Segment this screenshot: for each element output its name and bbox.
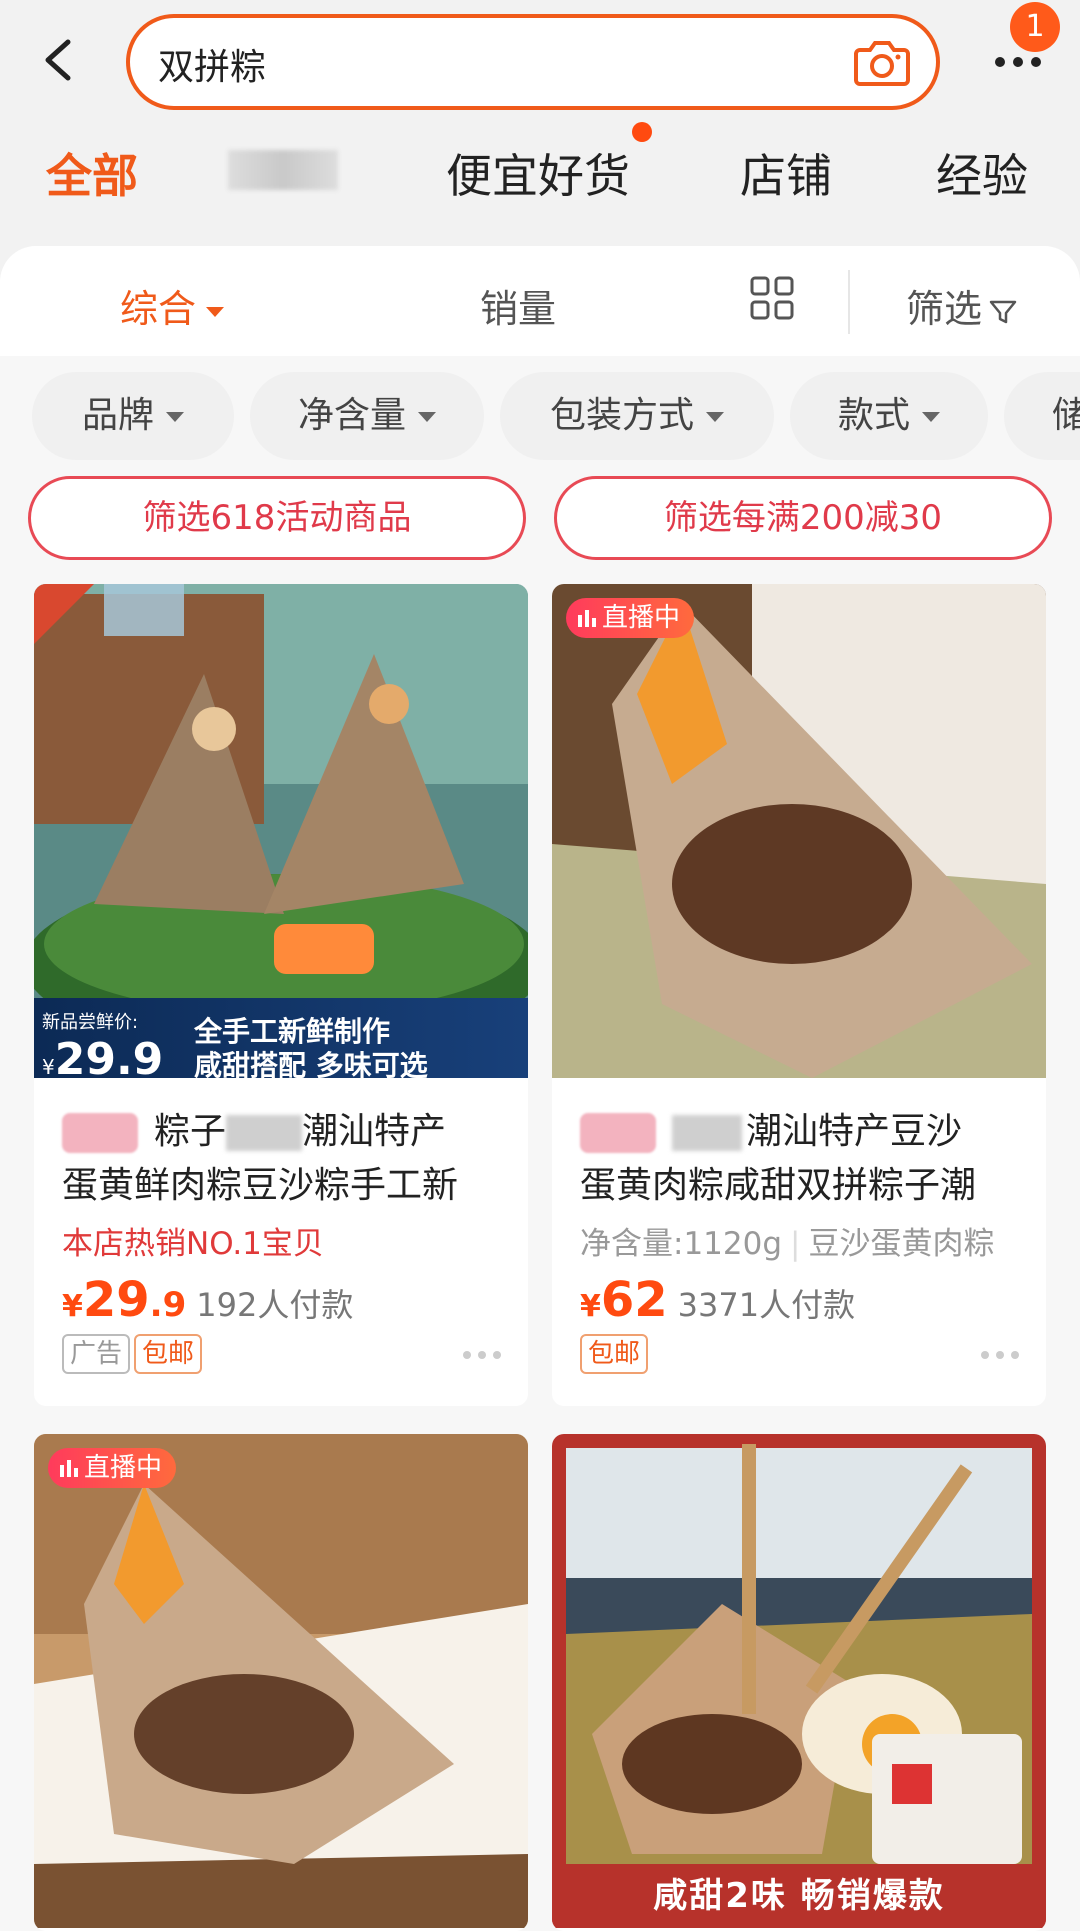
promo-618-button[interactable]: 筛选618活动商品: [28, 476, 526, 560]
funnel-icon: [989, 300, 1017, 323]
new-dot-indicator: [632, 122, 652, 142]
chip-net-weight-label: 净含量: [297, 395, 406, 436]
sort-divider: [848, 270, 850, 334]
live-badge: 直播中: [48, 1448, 177, 1488]
grid-view-icon[interactable]: [750, 276, 794, 320]
image-price-symbol: ¥: [42, 1055, 55, 1078]
free-shipping-tag: 包邮: [580, 1334, 649, 1374]
product-card[interactable]: 直播中: [34, 1434, 528, 1931]
filter-button[interactable]: 筛选: [906, 278, 1018, 333]
chip-brand[interactable]: 品牌: [32, 372, 234, 460]
zongzi-photo: [34, 1434, 528, 1928]
price-integer: 62: [600, 1272, 668, 1328]
shop-badge-blurred: [580, 1113, 656, 1153]
product-card[interactable]: 直播中 潮汕特产豆沙 蛋黄肉粽咸甜双拼粽子潮 净含量:1120g | 豆沙蛋黄肉粽 …: [552, 584, 1046, 1406]
tab-shops[interactable]: 店铺: [740, 140, 832, 206]
shop-badge-blurred: [62, 1113, 138, 1153]
chip-style[interactable]: 款式: [790, 372, 988, 460]
search-box[interactable]: 双拼粽: [126, 14, 940, 110]
tab-cheap-goods[interactable]: 便宜好货: [446, 140, 630, 206]
caret-down-icon: [206, 306, 225, 317]
category-tabs: 全部 便宜好货 店铺 经验: [0, 124, 1080, 224]
caret-down-icon: [922, 412, 940, 422]
chip-storage-label: 储: [1052, 395, 1080, 436]
filter-label: 筛选: [906, 287, 983, 331]
tab-experience[interactable]: 经验: [936, 140, 1028, 206]
image-price-block: 新品尝鲜价: ¥29.9: [42, 1004, 182, 1078]
back-arrow-icon[interactable]: [36, 30, 80, 90]
zongzi-photo: [552, 584, 1046, 1078]
live-badge: 直播中: [566, 598, 695, 638]
more-options-icon[interactable]: [462, 1350, 502, 1360]
price-symbol: ¥: [62, 1289, 83, 1324]
image-price: 29.9: [54, 1034, 164, 1078]
price-integer: 29: [82, 1272, 150, 1328]
sort-sales[interactable]: 销量: [480, 278, 556, 333]
product-image[interactable]: 直播中: [552, 584, 1046, 1078]
promo-discount-button[interactable]: 筛选每满200减30: [554, 476, 1052, 560]
product-image[interactable]: 咸甜2味 畅销爆款: [552, 1434, 1046, 1928]
chip-packaging[interactable]: 包装方式: [500, 372, 774, 460]
chip-net-weight[interactable]: 净含量: [250, 372, 484, 460]
product-spec: 净含量:1120g | 豆沙蛋黄肉粽: [580, 1218, 994, 1263]
tab-blurred[interactable]: [228, 150, 338, 190]
price-symbol: ¥: [580, 1289, 601, 1324]
spec-separator: |: [790, 1226, 801, 1262]
spec-flavor: 豆沙蛋黄肉粽: [808, 1226, 995, 1262]
chip-style-label: 款式: [837, 395, 910, 436]
product-title-line2: 蛋黄肉粽咸甜双拼粽子潮: [580, 1165, 977, 1206]
paid-count: 3371人付款: [677, 1286, 856, 1324]
sort-bar: 综合 销量 筛选: [0, 246, 1080, 356]
sort-comprehensive[interactable]: 综合: [120, 278, 225, 333]
caret-down-icon: [706, 412, 724, 422]
more-options-icon[interactable]: [980, 1350, 1020, 1360]
free-shipping-tag: 包邮: [134, 1334, 203, 1374]
product-title-line1: 粽子 潮汕特产: [62, 1102, 446, 1154]
title-part-a: 粽子: [154, 1111, 227, 1152]
caret-down-icon: [166, 412, 184, 422]
caret-down-icon: [418, 412, 436, 422]
blurred-text: [672, 1115, 742, 1151]
product-title-line2: 蛋黄鲜肉粽豆沙粽手工新: [62, 1165, 459, 1206]
product-card[interactable]: 新品尝鲜价: ¥29.9 全手工新鲜制作 咸甜搭配 多味可选 粽子 潮汕特产 蛋黄…: [34, 584, 528, 1406]
top-bar: 双拼粽 1: [0, 0, 1080, 120]
paid-count: 192人付款: [196, 1286, 354, 1324]
product-price: ¥29.9 192人付款: [62, 1272, 353, 1328]
price-decimal: .9: [149, 1285, 187, 1325]
live-label: 直播中: [602, 603, 681, 633]
zongzi-photo: [552, 1434, 1046, 1928]
title-part-b: 潮汕特产: [302, 1111, 447, 1152]
image-banner: 咸甜2味 畅销爆款: [552, 1864, 1046, 1928]
sort-comprehensive-label: 综合: [120, 287, 197, 331]
product-card[interactable]: 咸甜2味 畅销爆款: [552, 1434, 1046, 1931]
camera-icon[interactable]: [852, 34, 912, 90]
live-label: 直播中: [84, 1453, 163, 1483]
product-image[interactable]: 新品尝鲜价: ¥29.9 全手工新鲜制作 咸甜搭配 多味可选: [34, 584, 528, 1078]
image-price-label: 新品尝鲜价:: [42, 1012, 139, 1033]
live-bars-icon: [578, 610, 596, 627]
chip-brand-label: 品牌: [81, 395, 154, 436]
live-bars-icon: [60, 1460, 78, 1477]
notification-badge: 1: [1010, 2, 1060, 52]
product-image[interactable]: 直播中: [34, 1434, 528, 1928]
image-text-flavors: 咸甜搭配 多味可选: [194, 1049, 428, 1078]
product-title-line1: 潮汕特产豆沙: [580, 1102, 962, 1154]
product-price: ¥62 3371人付款: [580, 1272, 855, 1328]
blurred-text: [226, 1115, 303, 1151]
tab-all[interactable]: 全部: [46, 140, 138, 206]
chip-packaging-label: 包装方式: [549, 395, 694, 436]
title-part-a: 潮汕特产豆沙: [746, 1111, 963, 1152]
hot-seller-label: 本店热销NO.1宝贝: [62, 1226, 324, 1262]
spec-weight: 净含量:1120g: [580, 1226, 783, 1262]
search-query[interactable]: 双拼粽: [158, 38, 266, 90]
ad-tag: 广告: [62, 1334, 131, 1374]
